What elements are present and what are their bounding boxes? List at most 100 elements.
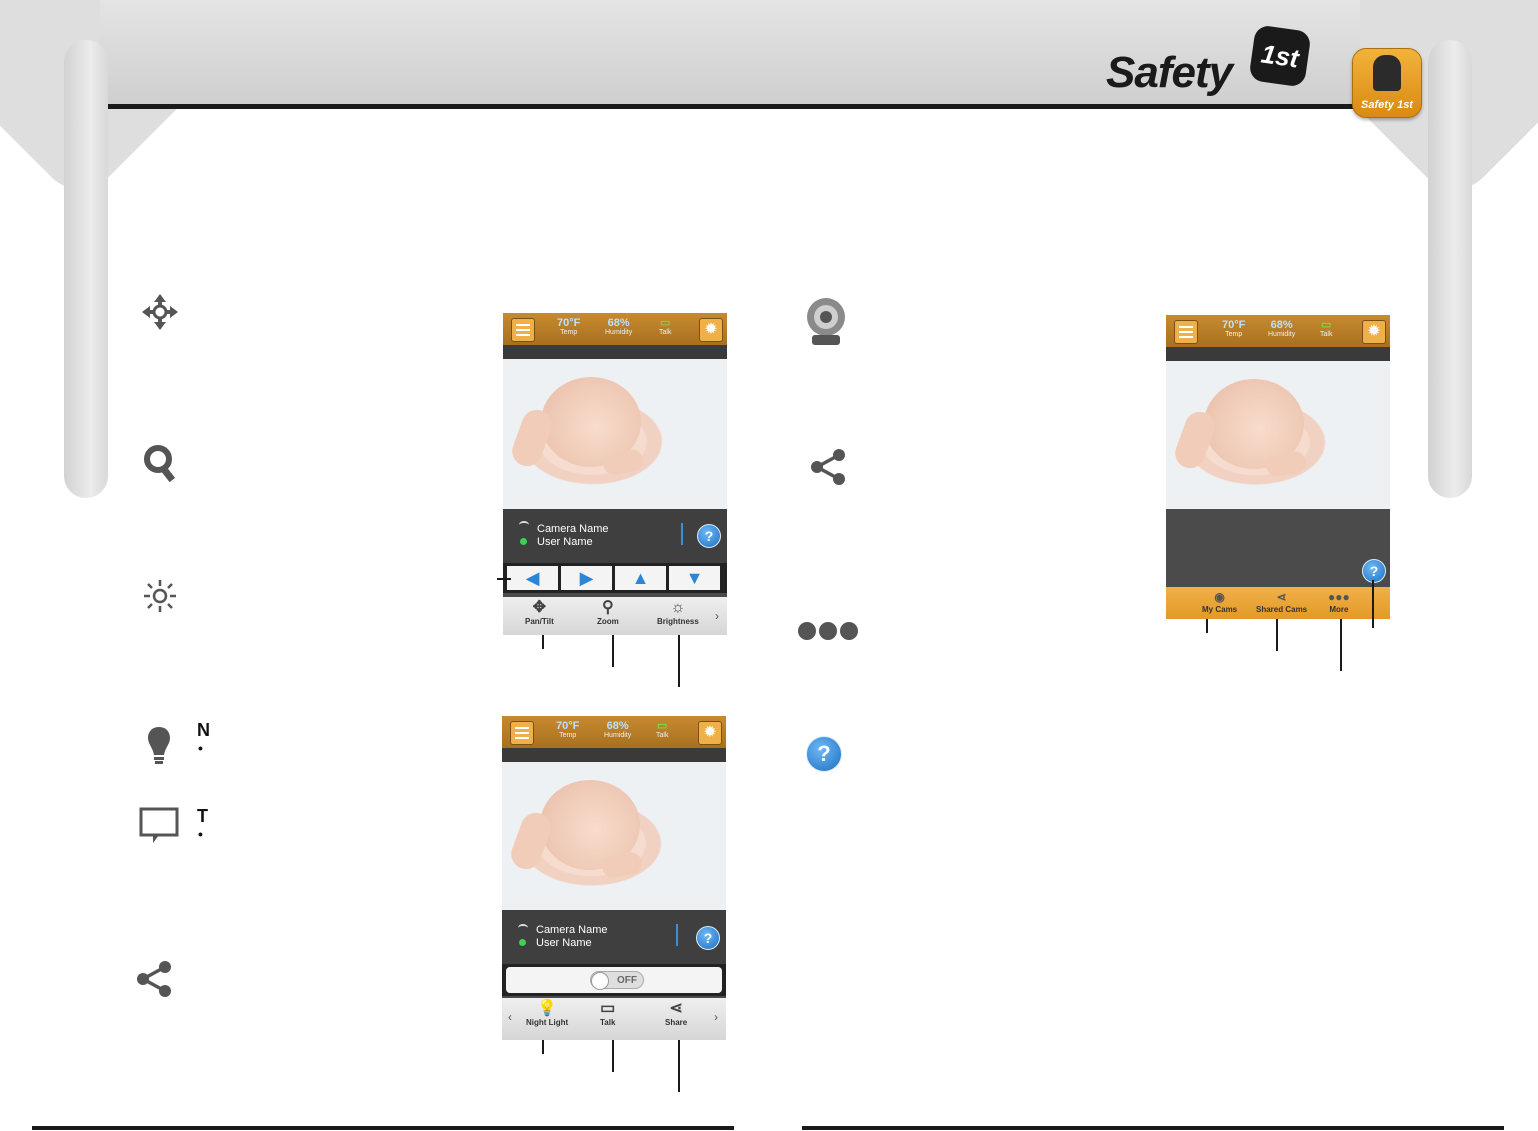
zoom-icon xyxy=(142,444,178,484)
callout-line xyxy=(542,1040,544,1054)
talk-status-icon: ▭ xyxy=(657,720,668,732)
toolbar-zoom[interactable]: ⚲ Zoom xyxy=(597,599,619,626)
tab-more[interactable]: ●●● More xyxy=(1328,589,1350,614)
temp-value: 70°F xyxy=(557,317,581,329)
help-button[interactable]: ? xyxy=(696,926,720,950)
toolbar-night-light[interactable]: 💡 Night Light xyxy=(526,1000,568,1027)
toolbar-pan-tilt[interactable]: ✥ Pan/Tilt xyxy=(525,599,554,626)
callout-line xyxy=(1340,619,1342,671)
talk-bullet: • xyxy=(198,826,203,842)
app-icon-label: Safety 1st xyxy=(1361,99,1413,111)
temp-value: 70°F xyxy=(556,720,580,732)
zoom-icon: ⚲ xyxy=(602,599,614,616)
talk-stat[interactable]: ▭ Talk xyxy=(656,719,668,739)
camera-icon xyxy=(1373,55,1401,91)
phone-strip xyxy=(1166,347,1390,361)
night-light-label: Night Light xyxy=(526,1018,569,1027)
settings-gear-icon[interactable]: ✹ xyxy=(699,318,723,342)
signal-tower-icon xyxy=(675,519,689,545)
my-cams-label: My Cams xyxy=(1202,605,1238,614)
talk-stat[interactable]: ▭ Talk xyxy=(1320,318,1332,338)
talk-label: Talk xyxy=(659,329,672,336)
phone-top-bar: 70°F Temp 68% Humidity ▭ Talk ✹ xyxy=(502,716,726,748)
humidity-value: 68% xyxy=(607,317,630,329)
share-label: Share xyxy=(665,1018,688,1027)
talk-label: Talk xyxy=(656,732,669,739)
menu-icon[interactable] xyxy=(510,721,534,745)
toolbar-brightness[interactable]: ☼ Brightness xyxy=(657,599,699,626)
night-light-toggle[interactable]: OFF xyxy=(590,971,644,990)
baby-video-feed xyxy=(502,762,726,910)
callout-line xyxy=(678,635,680,687)
humidity-value: 68% xyxy=(606,720,629,732)
settings-gear-icon[interactable]: ✹ xyxy=(698,721,722,745)
pan-left-button[interactable]: ◀ xyxy=(507,566,558,590)
talk-status-icon: ▭ xyxy=(1321,319,1332,331)
temp-label: Temp xyxy=(560,329,578,336)
phone-strip xyxy=(502,748,726,762)
talk-status-icon: ▭ xyxy=(660,317,671,329)
toolbar-talk[interactable]: ▭ Talk xyxy=(600,1000,615,1027)
humidity-label: Humidity xyxy=(605,329,633,336)
toolbar-prev-arrow[interactable]: ‹ xyxy=(508,1010,512,1024)
brand-logo-text: Safety xyxy=(1106,48,1233,97)
tilt-up-button[interactable]: ▲ xyxy=(615,566,666,590)
toolbar-share[interactable]: ⋖ Share xyxy=(665,1000,687,1027)
humidity-value: 68% xyxy=(1270,319,1293,331)
shared-cams-icon xyxy=(808,448,848,486)
user-name: User Name xyxy=(537,536,593,548)
pan-tilt-icon xyxy=(140,292,180,332)
pan-right-button[interactable]: ▶ xyxy=(561,566,612,590)
tilt-down-button[interactable]: ▼ xyxy=(669,566,720,590)
shared-cams-label: Shared Cams xyxy=(1256,605,1308,614)
wifi-icon xyxy=(518,924,528,932)
bottom-tab-bar: ◉ My Cams ⋖ Shared Cams ●●● More xyxy=(1166,587,1390,619)
talk-icon: ▭ xyxy=(600,1000,616,1017)
humidity-label: Humidity xyxy=(1268,331,1296,338)
camera-name: Camera Name xyxy=(536,924,608,936)
share-icon xyxy=(134,960,174,998)
help-button[interactable]: ? xyxy=(1362,559,1386,583)
menu-icon[interactable] xyxy=(1174,320,1198,344)
online-dot xyxy=(520,538,527,545)
more-icon: ●●● xyxy=(1328,590,1350,604)
phone-screen-pan-tilt: 70°F Temp 68% Humidity ▭ Talk ✹ Camera Name… xyxy=(503,313,727,635)
callout-line xyxy=(542,635,544,649)
talk-cut-text: T xyxy=(197,806,208,826)
temp-value: 70°F xyxy=(1222,319,1246,331)
phone-strip xyxy=(503,345,727,359)
help-icon: ? xyxy=(806,736,842,772)
phone-top-bar: 70°F Temp 68% Humidity ▭ Talk ✹ xyxy=(503,313,727,345)
callout-line xyxy=(612,1040,614,1072)
zoom-label: Zoom xyxy=(597,617,619,626)
tab-my-cams[interactable]: ◉ My Cams xyxy=(1202,589,1237,614)
help-button[interactable]: ? xyxy=(697,524,721,548)
phone-top-bar: 70°F Temp 68% Humidity ▭ Talk ✹ xyxy=(1166,315,1390,347)
callout-line xyxy=(678,1040,680,1092)
pan-tilt-label: Pan/Tilt xyxy=(525,617,554,626)
night-light-icon: 💡 xyxy=(537,1000,558,1017)
toolbar-next-arrow[interactable]: › xyxy=(715,609,719,623)
talk-stat[interactable]: ▭ Talk xyxy=(659,316,671,336)
brightness-label: Brightness xyxy=(657,617,699,626)
my-cams-icon: ◉ xyxy=(1214,590,1225,604)
pan-tilt-icon: ✥ xyxy=(532,599,547,616)
menu-icon[interactable] xyxy=(511,318,535,342)
user-name: User Name xyxy=(536,937,592,949)
more-icon xyxy=(796,620,860,642)
signal-tower-icon xyxy=(670,920,684,946)
callout-line xyxy=(1372,580,1374,628)
phone-screen-night-light: 70°F Temp 68% Humidity ▭ Talk ✹ Camera Name… xyxy=(502,716,726,1040)
temp-stat: 70°F Temp xyxy=(556,720,579,739)
footer-rule-right xyxy=(802,1126,1504,1130)
callout-line xyxy=(497,578,511,580)
tab-shared-cams[interactable]: ⋖ Shared Cams xyxy=(1256,589,1307,614)
brand-logo-badge: 1st xyxy=(1248,24,1312,88)
my-cams-icon xyxy=(802,296,850,348)
temp-stat: 70°F Temp xyxy=(557,317,580,336)
night-light-bullet: • xyxy=(198,740,203,756)
humidity-stat: 68% Humidity xyxy=(604,720,631,739)
toolbar-next-arrow[interactable]: › xyxy=(714,1010,718,1024)
talk-icon xyxy=(138,806,180,846)
settings-gear-icon[interactable]: ✹ xyxy=(1362,320,1386,344)
